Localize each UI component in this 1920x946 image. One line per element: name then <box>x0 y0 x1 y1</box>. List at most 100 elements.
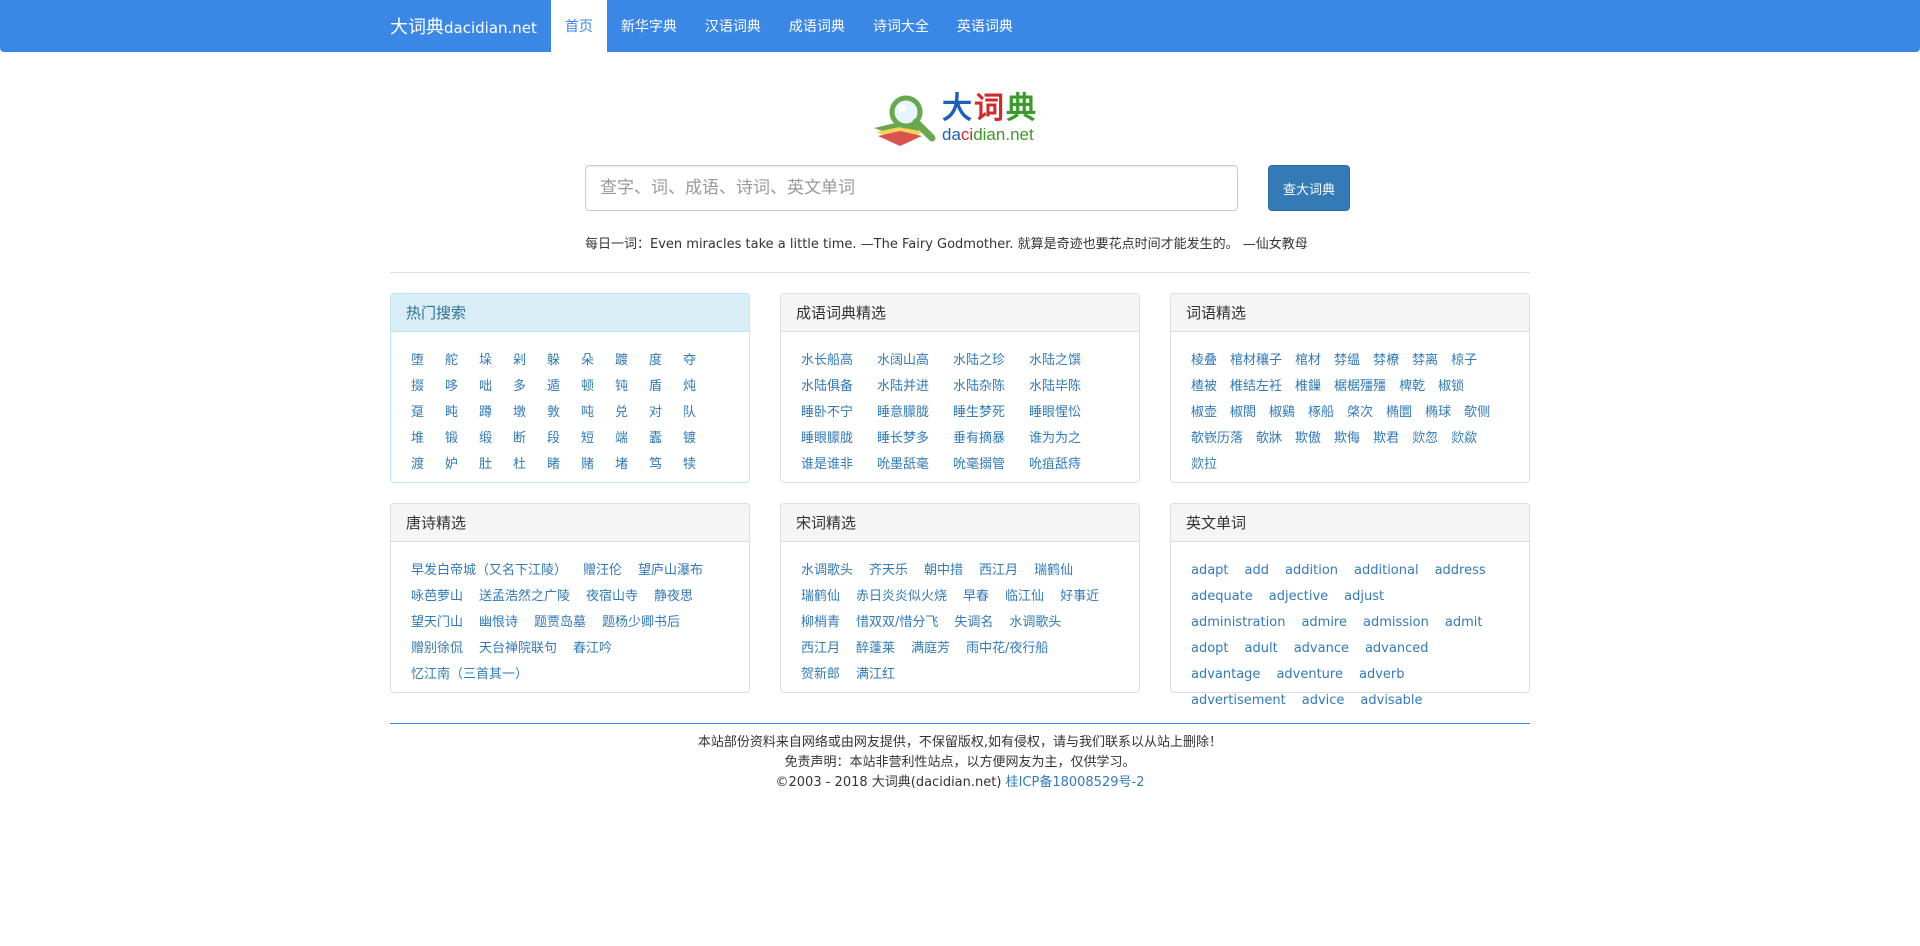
panel-link[interactable]: 兑 <box>615 400 649 426</box>
panel-link[interactable]: 水陆毕陈 <box>1029 374 1105 400</box>
panel-link[interactable]: 锻 <box>445 426 479 452</box>
panel-link[interactable]: 水调歌头 <box>801 558 853 584</box>
panel-link[interactable]: 短 <box>581 426 615 452</box>
panel-link[interactable]: 椭球 <box>1425 400 1451 426</box>
search-input[interactable] <box>585 165 1238 211</box>
panel-link[interactable]: 椓船 <box>1308 400 1334 426</box>
panel-link[interactable]: 棺材穰子 <box>1230 348 1282 374</box>
panel-link[interactable]: 缎 <box>479 426 513 452</box>
panel-link[interactable]: 西江月 <box>801 636 840 662</box>
panel-link[interactable]: advance <box>1294 636 1349 662</box>
panel-link[interactable]: 送孟浩然之广陵 <box>479 584 570 610</box>
panel-link[interactable]: 好事近 <box>1060 584 1099 610</box>
panel-link[interactable]: 幽恨诗 <box>479 610 518 636</box>
panel-link[interactable]: adequate <box>1191 584 1253 610</box>
panel-link[interactable]: 睡长梦多 <box>877 426 953 452</box>
panel-link[interactable]: 欻歘 <box>1451 426 1477 452</box>
panel-link[interactable]: 棱叠 <box>1191 348 1217 374</box>
panel-link[interactable]: 早发白帝城（又名下江陵） <box>411 558 567 584</box>
panel-link[interactable]: 吮墨舐毫 <box>877 452 953 478</box>
panel-link[interactable]: 欺侮 <box>1334 426 1360 452</box>
panel-link[interactable]: 盾 <box>649 374 683 400</box>
panel-link[interactable]: 楂被 <box>1191 374 1217 400</box>
panel-link[interactable]: 贺新郎 <box>801 662 840 688</box>
panel-link[interactable]: 瑞鹤仙 <box>801 584 840 610</box>
panel-link[interactable]: 欹嵚历落 <box>1191 426 1243 452</box>
panel-link[interactable]: 睡眼朦胧 <box>801 426 877 452</box>
panel-link[interactable]: 夜宿山寺 <box>586 584 638 610</box>
panel-link[interactable]: 谁是谁非 <box>801 452 877 478</box>
panel-link[interactable]: 端 <box>615 426 649 452</box>
panel-link[interactable]: 椒锁 <box>1438 374 1464 400</box>
panel-link[interactable]: 盹 <box>445 400 479 426</box>
panel-link[interactable]: 棺材 <box>1295 348 1321 374</box>
panel-link[interactable]: 睹 <box>547 452 581 478</box>
panel-link[interactable]: 失调名 <box>954 610 993 636</box>
panel-link[interactable]: 水陆之馔 <box>1029 348 1105 374</box>
search-button[interactable]: 查大词典 <box>1268 165 1350 211</box>
panel-link[interactable]: 笃 <box>649 452 683 478</box>
panel-link[interactable]: advanced <box>1365 636 1429 662</box>
panel-link[interactable]: 钝 <box>615 374 649 400</box>
panel-link[interactable]: 欹侧 <box>1464 400 1490 426</box>
icp-link[interactable]: 桂ICP备18008529号-2 <box>1006 775 1145 790</box>
panel-link[interactable]: 欻拉 <box>1191 452 1217 478</box>
panel-link[interactable]: 墩 <box>513 400 547 426</box>
panel-link[interactable]: 西江月 <box>979 558 1018 584</box>
panel-link[interactable]: 睡眼惺忪 <box>1029 400 1105 426</box>
panel-link[interactable]: adopt <box>1191 636 1229 662</box>
panel-link[interactable]: 顿 <box>581 374 615 400</box>
panel-link[interactable]: 吨 <box>581 400 615 426</box>
panel-link[interactable]: 椋子 <box>1451 348 1477 374</box>
panel-link[interactable]: 吮毫搦管 <box>953 452 1029 478</box>
nav-item-xinhua[interactable]: 新华字典 <box>607 0 691 52</box>
navbar-brand[interactable]: 大词典dacidian.net <box>390 13 537 39</box>
panel-link[interactable]: 椐椐殭殭 <box>1334 374 1386 400</box>
panel-link[interactable]: additional <box>1354 558 1419 584</box>
panel-link[interactable]: 朵 <box>581 348 615 374</box>
panel-link[interactable]: 椭圜 <box>1386 400 1412 426</box>
panel-link[interactable]: 垂有摘暴 <box>953 426 1029 452</box>
panel-link[interactable]: 吮疽舐痔 <box>1029 452 1105 478</box>
panel-link[interactable]: 题贾岛墓 <box>534 610 586 636</box>
panel-link[interactable]: 堕 <box>411 348 445 374</box>
panel-link[interactable]: 断 <box>513 426 547 452</box>
panel-link[interactable]: 欹牀 <box>1256 426 1282 452</box>
panel-link[interactable]: 欺傲 <box>1295 426 1321 452</box>
panel-link[interactable]: address <box>1435 558 1486 584</box>
nav-item-english[interactable]: 英语词典 <box>943 0 1027 52</box>
panel-link[interactable]: 齐天乐 <box>869 558 908 584</box>
panel-link[interactable]: 炖 <box>683 374 717 400</box>
panel-link[interactable]: 咄 <box>479 374 513 400</box>
panel-link[interactable]: 棨次 <box>1347 400 1373 426</box>
panel-link[interactable]: 题杨少卿书后 <box>602 610 680 636</box>
panel-link[interactable]: adverb <box>1359 662 1405 688</box>
panel-link[interactable]: 敦 <box>547 400 581 426</box>
panel-link[interactable]: 犊 <box>683 452 717 478</box>
panel-link[interactable]: 剁 <box>513 348 547 374</box>
panel-link[interactable]: 棼缊 <box>1334 348 1360 374</box>
panel-link[interactable]: 咏芭萝山 <box>411 584 463 610</box>
panel-link[interactable]: advantage <box>1191 662 1260 688</box>
panel-link[interactable]: 雨中花/夜行船 <box>966 636 1048 662</box>
panel-link[interactable]: 满江红 <box>856 662 895 688</box>
panel-link[interactable]: 睡意朦胧 <box>877 400 953 426</box>
panel-link[interactable]: 赤日炎炎似火烧 <box>856 584 947 610</box>
panel-link[interactable]: 掇 <box>411 374 445 400</box>
site-logo[interactable]: 大词典 dacidian.net <box>870 92 1050 148</box>
panel-link[interactable]: adapt <box>1191 558 1229 584</box>
panel-link[interactable]: 蹲 <box>479 400 513 426</box>
panel-link[interactable]: 临江仙 <box>1005 584 1044 610</box>
panel-link[interactable]: 躲 <box>547 348 581 374</box>
panel-link[interactable]: 水阔山高 <box>877 348 953 374</box>
panel-link[interactable]: 水陆俱备 <box>801 374 877 400</box>
panel-link[interactable]: 睡生梦死 <box>953 400 1029 426</box>
nav-item-hanyu[interactable]: 汉语词典 <box>691 0 775 52</box>
panel-link[interactable]: 踱 <box>615 348 649 374</box>
panel-link[interactable]: 多 <box>513 374 547 400</box>
panel-link[interactable]: 堵 <box>615 452 649 478</box>
panel-link[interactable]: 椒壶 <box>1191 400 1217 426</box>
panel-link[interactable]: 遁 <box>547 374 581 400</box>
panel-link[interactable]: addition <box>1285 558 1338 584</box>
panel-link[interactable]: 水陆并进 <box>877 374 953 400</box>
